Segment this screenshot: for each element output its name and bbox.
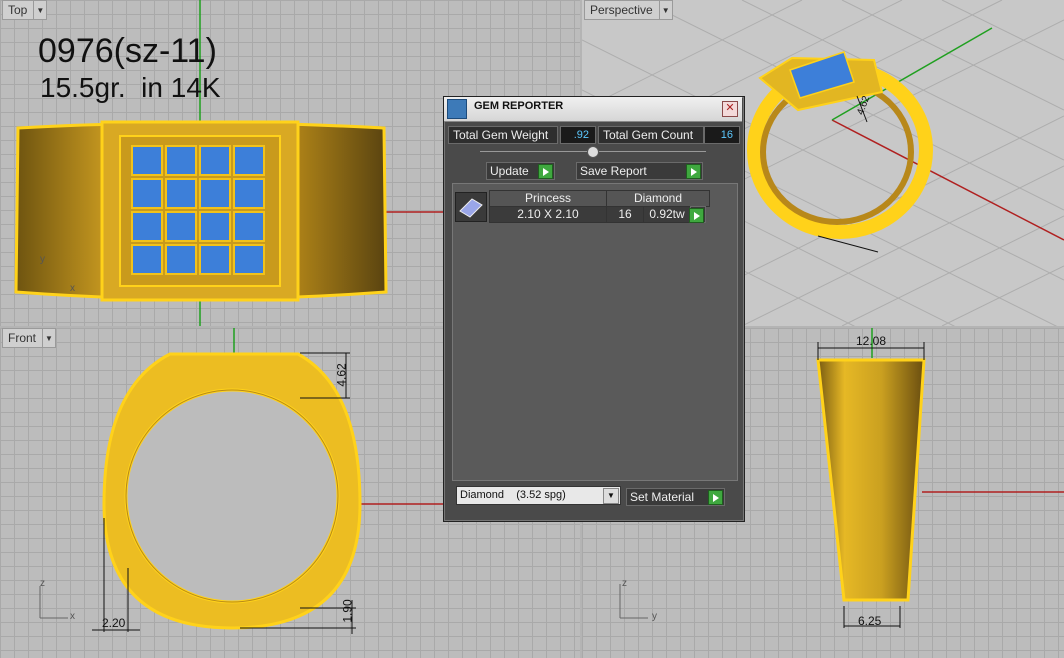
play-arrow-icon bbox=[708, 490, 723, 505]
right-dim-top: 12.08 bbox=[856, 334, 887, 348]
save-report-button-label: Save Report bbox=[580, 164, 647, 178]
play-arrow-icon bbox=[686, 164, 701, 179]
gem-stone bbox=[165, 211, 197, 242]
gem-stone bbox=[233, 244, 265, 275]
gem-row[interactable]: Princess Diamond 2.10 X 2.10 16 0.92tw bbox=[453, 190, 737, 224]
chevron-down-icon[interactable]: ▼ bbox=[33, 1, 46, 19]
close-icon[interactable]: ✕ bbox=[722, 101, 738, 117]
viewport-title: Top bbox=[8, 3, 28, 17]
shape-header: Princess bbox=[489, 190, 607, 207]
gem-stone bbox=[131, 211, 163, 242]
set-material-button[interactable]: Set Material bbox=[626, 488, 725, 506]
splitter-knob-icon[interactable] bbox=[587, 146, 599, 158]
gem-stone bbox=[199, 211, 231, 242]
material-select[interactable]: Diamond (3.52 spg) ▼ bbox=[456, 486, 621, 505]
gem-stone bbox=[131, 145, 163, 176]
gem-stone bbox=[165, 178, 197, 209]
front-dim-shank: 2.20 bbox=[102, 616, 126, 630]
chevron-down-icon[interactable]: ▼ bbox=[42, 329, 55, 347]
axis-label-x: x bbox=[70, 283, 75, 294]
material-header: Diamond bbox=[606, 190, 710, 207]
material-select-value: Diamond (3.52 spg) bbox=[460, 489, 566, 501]
princess-diamond-icon bbox=[455, 192, 487, 222]
set-material-button-label: Set Material bbox=[630, 490, 695, 504]
axis-label-z: z bbox=[40, 578, 45, 589]
gem-reporter-dialog[interactable]: GEM REPORTER ✕ Total Gem Weight .92 Tota… bbox=[443, 96, 745, 522]
viewport-label-perspective[interactable]: Perspective ▼ bbox=[584, 0, 673, 20]
gem-stone bbox=[165, 244, 197, 275]
axis-label-y: y bbox=[40, 254, 45, 265]
axis-label-z: z bbox=[622, 578, 627, 589]
gem-stone bbox=[233, 145, 265, 176]
dialog-titlebar[interactable]: GEM REPORTER ✕ bbox=[444, 97, 742, 122]
model-annotation: 0976(sz-11) bbox=[38, 32, 217, 70]
viewport-label-top[interactable]: Top ▼ bbox=[2, 0, 48, 20]
gem-row-action-button[interactable] bbox=[689, 206, 706, 223]
save-report-button[interactable]: Save Report bbox=[576, 162, 703, 180]
viewport-label-front[interactable]: Front ▼ bbox=[2, 328, 57, 348]
chevron-down-icon[interactable]: ▼ bbox=[658, 1, 672, 19]
gem-stone bbox=[233, 211, 265, 242]
gem-stone bbox=[233, 178, 265, 209]
gem-stone bbox=[165, 145, 197, 176]
gem-stone bbox=[131, 244, 163, 275]
gem-list[interactable]: Princess Diamond 2.10 X 2.10 16 0.92tw bbox=[452, 183, 738, 481]
gem-stone bbox=[131, 178, 163, 209]
total-gem-count-label: Total Gem Count bbox=[598, 126, 704, 144]
total-gem-count-value: 16 bbox=[704, 126, 740, 144]
play-arrow-icon bbox=[538, 164, 553, 179]
total-gem-weight-value: .92 bbox=[560, 126, 596, 144]
chevron-down-icon[interactable]: ▼ bbox=[603, 488, 619, 504]
gem-reporter-icon bbox=[447, 99, 467, 119]
axis-label-y: y bbox=[652, 611, 657, 622]
viewport-title: Front bbox=[8, 331, 37, 345]
axis-label-x: x bbox=[70, 611, 75, 622]
viewport-title: Perspective bbox=[590, 3, 653, 17]
front-dim-height: 4.62 bbox=[334, 363, 349, 387]
gem-stone bbox=[199, 145, 231, 176]
front-dim-bottom: 1.90 bbox=[340, 599, 355, 623]
total-gem-weight-label: Total Gem Weight bbox=[448, 126, 558, 144]
right-dim-bottom: 6.25 bbox=[858, 614, 882, 628]
gem-size: 2.10 X 2.10 bbox=[489, 206, 607, 223]
update-button[interactable]: Update bbox=[486, 162, 555, 180]
gem-weight: 0.92tw bbox=[643, 206, 691, 223]
gem-stone bbox=[199, 178, 231, 209]
update-button-label: Update bbox=[490, 164, 529, 178]
weight-annotation: 15.5gr. in 14K bbox=[40, 72, 221, 103]
gem-stone bbox=[199, 244, 231, 275]
play-arrow-icon bbox=[689, 208, 704, 223]
gem-count: 16 bbox=[606, 206, 644, 223]
dialog-title: GEM REPORTER bbox=[474, 100, 564, 112]
